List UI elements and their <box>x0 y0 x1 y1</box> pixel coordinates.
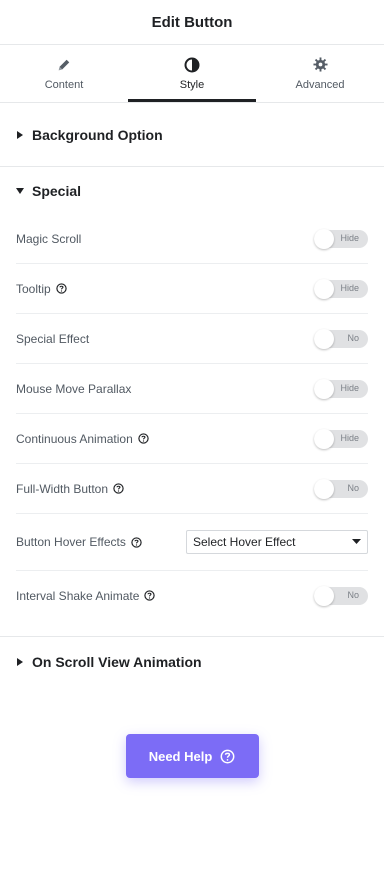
tab-style-label: Style <box>179 78 205 91</box>
caret-right-icon <box>16 658 24 666</box>
toggle-state: No <box>347 482 359 493</box>
control-label-text: Button Hover Effects <box>16 535 126 549</box>
tab-advanced-label: Advanced <box>295 78 345 91</box>
tab-content-label: Content <box>44 78 84 91</box>
toggle-knob <box>314 328 334 349</box>
chevron-down-icon <box>352 539 361 545</box>
control-label-text: Tooltip <box>16 281 51 296</box>
tab-content[interactable]: Content <box>0 45 128 102</box>
panel-header: Edit Button <box>0 0 384 45</box>
control-label: Mouse Move Parallax <box>16 382 131 396</box>
full-width-button-toggle[interactable]: No <box>314 478 368 499</box>
toggle-state: Hide <box>340 282 359 293</box>
help-area: Need Help <box>0 734 384 778</box>
hover-effect-select[interactable]: Select Hover Effect <box>186 530 368 554</box>
section-special-header[interactable]: Special <box>0 167 384 214</box>
control-label: Special Effect <box>16 332 89 346</box>
control-label-text: Mouse Move Parallax <box>16 381 132 396</box>
control-row-button-hover-effects: Button Hover Effects Select Hover Effect <box>16 514 368 571</box>
help-circle-icon[interactable] <box>56 283 67 294</box>
mouse-move-parallax-toggle[interactable]: Hide <box>314 378 368 399</box>
control-label-text: Interval Shake Animate <box>16 588 140 603</box>
section-on-scroll-view-animation: On Scroll View Animation <box>0 637 384 687</box>
control-row-tooltip: Tooltip Hide <box>16 264 368 314</box>
gear-icon <box>312 57 328 73</box>
control-label: Full-Width Button <box>16 482 124 496</box>
caret-down-icon <box>16 187 24 195</box>
toggle-knob <box>314 378 334 399</box>
toggle-state: Hide <box>340 232 359 243</box>
toggle-state: Hide <box>340 382 359 393</box>
control-label-text: Full-Width Button <box>16 481 109 496</box>
contrast-icon <box>184 57 200 73</box>
section-special-title: Special <box>32 182 82 199</box>
control-label: Tooltip <box>16 282 67 296</box>
section-background-title: Background Option <box>32 126 163 143</box>
help-circle-icon[interactable] <box>131 536 142 548</box>
section-scroll-header[interactable]: On Scroll View Animation <box>0 637 384 687</box>
caret-right-icon <box>16 130 24 139</box>
magic-scroll-toggle[interactable]: Hide <box>314 228 368 249</box>
control-label: Interval Shake Animate <box>16 588 156 603</box>
pencil-icon <box>56 57 72 73</box>
control-row-special-effect: Special Effect No <box>16 314 368 364</box>
control-label: Continuous Animation <box>16 432 149 446</box>
panel-title: Edit Button <box>151 13 233 31</box>
tab-bar: Content Style Advanced <box>0 45 384 103</box>
toggle-state: No <box>347 589 359 600</box>
control-row-interval-shake-animate: Interval Shake Animate No <box>16 571 368 620</box>
control-label: Button Hover Effects <box>16 535 142 549</box>
control-row-continuous-animation: Continuous Animation Hide <box>16 414 368 464</box>
need-help-label: Need Help <box>148 748 213 764</box>
toggle-knob <box>314 278 334 299</box>
help-circle-icon[interactable] <box>144 590 156 601</box>
need-help-button[interactable]: Need Help <box>125 734 259 778</box>
control-label-text: Magic Scroll <box>16 231 82 246</box>
continuous-animation-toggle[interactable]: Hide <box>314 428 368 449</box>
tooltip-toggle[interactable]: Hide <box>314 278 368 299</box>
toggle-knob <box>314 228 334 249</box>
toggle-knob <box>314 585 334 606</box>
control-label-text: Continuous Animation <box>16 431 133 446</box>
control-label-text: Special Effect <box>16 331 90 346</box>
section-special: Special Magic Scroll Hide Tooltip Hide S… <box>0 167 384 637</box>
special-controls: Magic Scroll Hide Tooltip Hide Special E… <box>0 214 384 620</box>
toggle-knob <box>314 428 334 449</box>
question-circle-icon <box>220 749 235 764</box>
help-circle-icon[interactable] <box>113 483 124 494</box>
tab-style[interactable]: Style <box>128 45 256 102</box>
section-scroll-title: On Scroll View Animation <box>32 654 202 670</box>
toggle-state: No <box>347 332 359 343</box>
control-label: Magic Scroll <box>16 232 81 246</box>
help-circle-icon[interactable] <box>138 433 149 444</box>
control-row-full-width-button: Full-Width Button No <box>16 464 368 514</box>
toggle-knob <box>314 478 334 499</box>
toggle-state: Hide <box>340 432 359 443</box>
tab-advanced[interactable]: Advanced <box>256 45 384 102</box>
hover-effect-select-value: Select Hover Effect <box>193 535 296 549</box>
section-background-header[interactable]: Background Option <box>0 103 384 166</box>
control-row-mouse-move-parallax: Mouse Move Parallax Hide <box>16 364 368 414</box>
section-background-option: Background Option <box>0 103 384 167</box>
special-effect-toggle[interactable]: No <box>314 328 368 349</box>
control-row-magic-scroll: Magic Scroll Hide <box>16 214 368 264</box>
interval-shake-animate-toggle[interactable]: No <box>314 585 368 606</box>
